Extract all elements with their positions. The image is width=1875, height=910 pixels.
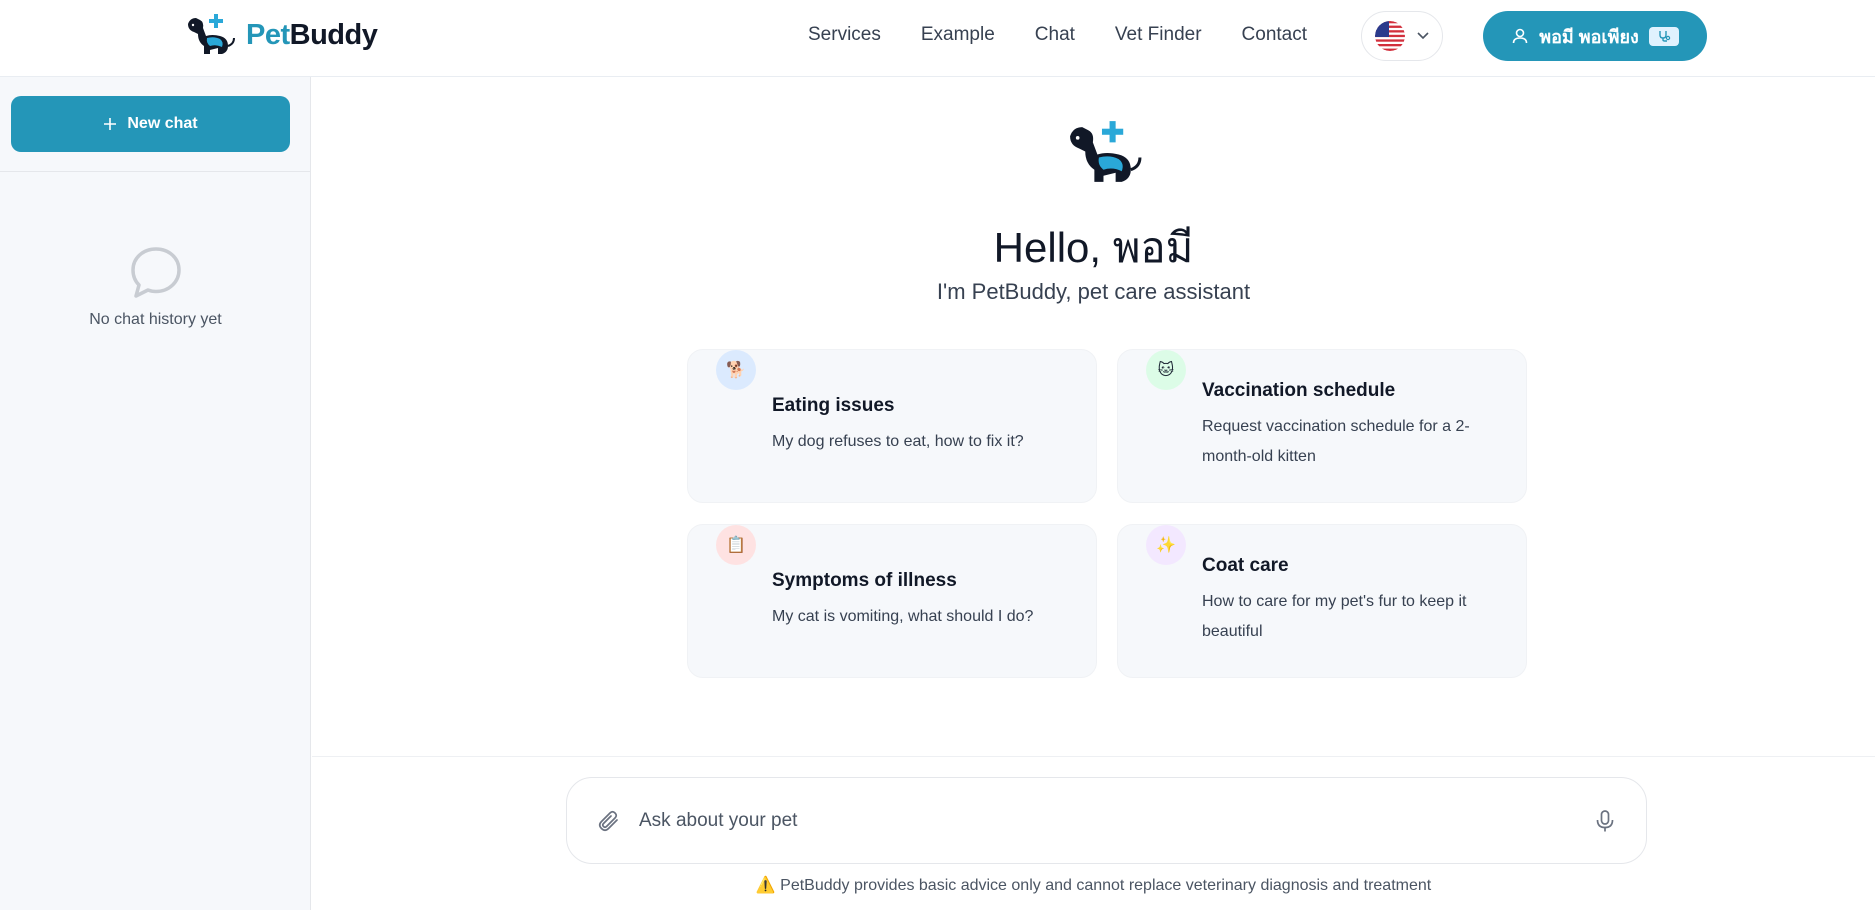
top-header: PetBuddy Services Example Chat Vet Finde… [0, 0, 1875, 77]
brand-name-pet: Pet [246, 18, 290, 51]
disclaimer-text: PetBuddy provides basic advice only and … [780, 877, 1432, 894]
suggestion-card-symptoms[interactable]: 📋 Symptoms of illness My cat is vomiting… [687, 524, 1097, 678]
composer-divider [312, 756, 1875, 757]
chat-input[interactable] [639, 809, 1594, 832]
chat-main-area: Hello, พอมี I'm PetBuddy, pet care assis… [312, 77, 1875, 910]
new-chat-button[interactable]: New chat [11, 96, 290, 152]
suggestion-card-vaccination[interactable]: 🐱 Vaccination schedule Request vaccinati… [1117, 349, 1527, 503]
user-profile-button[interactable]: พอมี พอเพียง [1483, 11, 1707, 61]
chat-history-sidebar: New chat No chat history yet [0, 77, 311, 910]
suggestion-description: How to care for my pet's fur to keep it … [1202, 593, 1467, 640]
voice-input-button[interactable] [1594, 809, 1616, 833]
nav-contact[interactable]: Contact [1242, 24, 1307, 46]
suggestion-description: Request vaccination schedule for a 2-mon… [1202, 418, 1470, 465]
main-nav: Services Example Chat Vet Finder Contact [808, 24, 1307, 46]
chat-bubble-icon [130, 247, 181, 298]
paperclip-icon [598, 810, 618, 831]
greeting-heading: Hello, พอมี [993, 224, 1194, 271]
dog-emoji-icon: 🐕 [716, 350, 756, 390]
empty-history-state: No chat history yet [0, 245, 311, 329]
suggestion-description: My cat is vomiting, what should I do? [772, 608, 1034, 625]
suggestion-card-eating-issues[interactable]: 🐕 Eating issues My dog refuses to eat, h… [687, 349, 1097, 503]
sparkles-emoji-icon: ✨ [1146, 525, 1186, 565]
greeting-subtitle: I'm PetBuddy, pet care assistant [936, 279, 1251, 304]
clipboard-emoji-icon: 📋 [716, 525, 756, 565]
microphone-icon [1596, 809, 1614, 831]
language-selector[interactable] [1361, 11, 1443, 61]
brand-name: PetBuddy [246, 18, 378, 52]
brand-name-buddy: Buddy [289, 18, 378, 51]
new-chat-label: New chat [127, 115, 198, 132]
nav-example[interactable]: Example [921, 24, 995, 46]
warning-icon: ⚠️ [755, 877, 776, 894]
brand-logo-link[interactable]: PetBuddy [184, 12, 378, 58]
suggestion-title: Symptoms of illness [772, 570, 957, 591]
nav-chat[interactable]: Chat [1035, 24, 1075, 46]
sidebar-divider [0, 171, 311, 172]
dog-logo-icon [1070, 121, 1142, 182]
chat-composer [566, 777, 1647, 864]
plus-icon [104, 118, 117, 130]
suggestion-card-coat-care[interactable]: ✨ Coat care How to care for my pet's fur… [1117, 524, 1527, 678]
dog-logo-icon [188, 14, 235, 54]
user-badge [1648, 26, 1679, 46]
empty-history-text: No chat history yet [89, 311, 222, 328]
user-icon [1512, 28, 1528, 44]
us-flag-icon [1375, 21, 1405, 51]
cat-emoji-icon: 🐱 [1146, 350, 1186, 390]
suggestion-title: Coat care [1202, 555, 1289, 576]
chevron-down-icon [1417, 32, 1429, 40]
disclaimer: ⚠️ PetBuddy provides basic advice only a… [312, 875, 1875, 895]
nav-services[interactable]: Services [808, 24, 881, 46]
suggestion-title: Eating issues [772, 395, 895, 416]
attach-button[interactable] [597, 809, 621, 833]
stethoscope-icon [1659, 31, 1670, 42]
suggestion-title: Vaccination schedule [1202, 380, 1396, 401]
suggestion-description: My dog refuses to eat, how to fix it? [772, 433, 1024, 450]
nav-vet-finder[interactable]: Vet Finder [1115, 24, 1202, 46]
user-name: พอมี พอเพียง [1539, 26, 1639, 47]
